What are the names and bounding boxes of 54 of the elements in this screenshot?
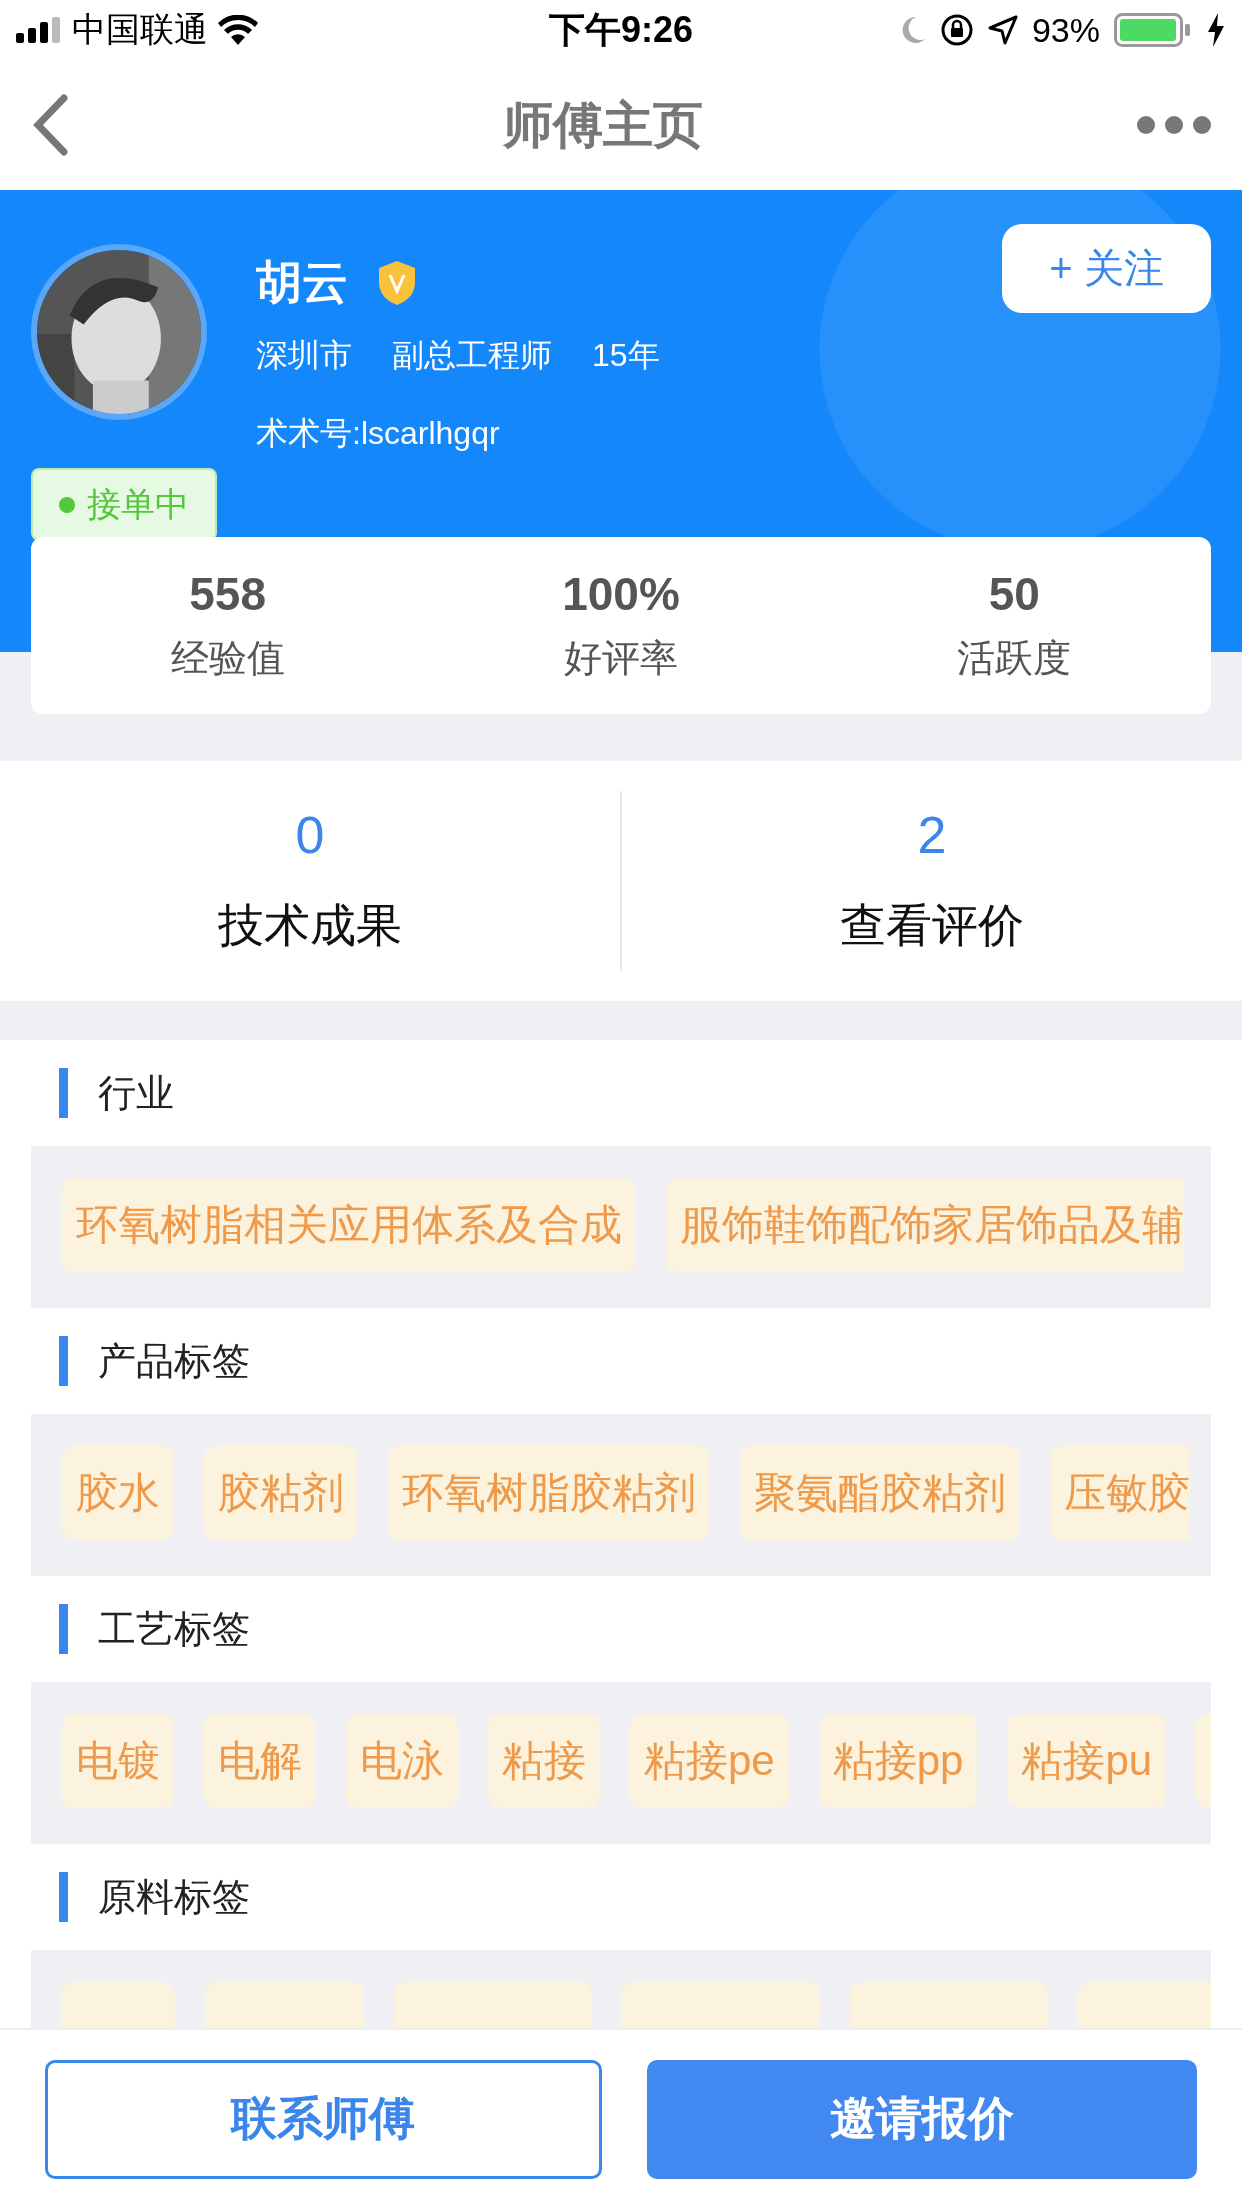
battery-icon: [1114, 13, 1192, 47]
rotation-lock-icon: [939, 13, 974, 47]
section-title: 产品标签: [98, 1338, 250, 1384]
stat-value: 558: [189, 567, 267, 621]
location-arrow-icon: [987, 15, 1018, 45]
wifi-icon: [218, 15, 258, 45]
accent-bar: [59, 1068, 68, 1118]
stat-value: 100%: [562, 567, 680, 621]
stat-label: 经验值: [170, 636, 285, 681]
count-label[interactable]: 查看评价: [840, 895, 1024, 957]
signal-icon: [16, 17, 62, 43]
tag-chip[interactable]: 胶水: [62, 1446, 174, 1540]
clock-time: 下午9:26: [548, 7, 694, 52]
count-label[interactable]: 技术成果: [218, 895, 402, 957]
accent-bar: [59, 1872, 68, 1922]
count-value[interactable]: 2: [917, 805, 947, 865]
stat-label: 活跃度: [957, 636, 1072, 681]
follow-button[interactable]: + 关注: [1002, 224, 1211, 313]
accent-bar: [59, 1604, 68, 1654]
status-text: 接单中: [87, 483, 189, 525]
tag-chip[interactable]: 电泳: [346, 1714, 458, 1808]
battery-percent: 93%: [1031, 10, 1100, 50]
count-value[interactable]: 0: [295, 805, 325, 865]
tag-chip[interactable]: 粘接pe: [630, 1714, 789, 1808]
tag-chip[interactable]: 粘接pp: [818, 1714, 978, 1808]
tag-chip[interactable]: 粘接pu: [1007, 1714, 1167, 1808]
tag-chip[interactable]: 压敏胶: [1050, 1446, 1190, 1540]
tag-chip[interactable]: 胶粘剂: [204, 1446, 358, 1540]
stat-label: 好评率: [564, 636, 678, 681]
tag-chip[interactable]: 环氧树脂相关应用体系及合成: [62, 1178, 636, 1272]
tag-chip[interactable]: 环氧树脂胶粘剂: [388, 1446, 710, 1540]
tag-chip[interactable]: [1196, 1714, 1211, 1808]
account-id: 术术号:lscarlhgqr: [256, 414, 501, 453]
tag-chip[interactable]: 电解: [204, 1714, 316, 1808]
page-title: 师傅主页: [502, 95, 704, 155]
more-icon[interactable]: [1136, 115, 1212, 135]
stat-value: 50: [988, 567, 1040, 621]
status-dot-icon: [59, 496, 75, 513]
section-title: 行业: [98, 1070, 174, 1116]
tag-chip[interactable]: 电镀: [62, 1714, 174, 1808]
section-title: 工艺标签: [98, 1606, 250, 1652]
tag-chip[interactable]: 粘接: [488, 1714, 600, 1808]
quote-button[interactable]: 邀请报价: [646, 2059, 1197, 2179]
tag-chip[interactable]: 服饰鞋饰配饰家居饰品及辅: [666, 1178, 1184, 1272]
carrier-name: 中国联通: [72, 9, 208, 50]
tag-chip[interactable]: 聚氨酯胶粘剂: [740, 1446, 1020, 1540]
accent-bar: [59, 1336, 68, 1386]
charging-icon: [1206, 13, 1226, 47]
section-title: 原料标签: [98, 1874, 250, 1920]
contact-button[interactable]: 联系师傅: [45, 2059, 602, 2179]
master-name: 胡云: [256, 255, 348, 310]
city-text: 深圳市: [256, 336, 352, 375]
position-text: 副总工程师: [392, 336, 552, 375]
experience-years: 15年: [592, 336, 660, 375]
